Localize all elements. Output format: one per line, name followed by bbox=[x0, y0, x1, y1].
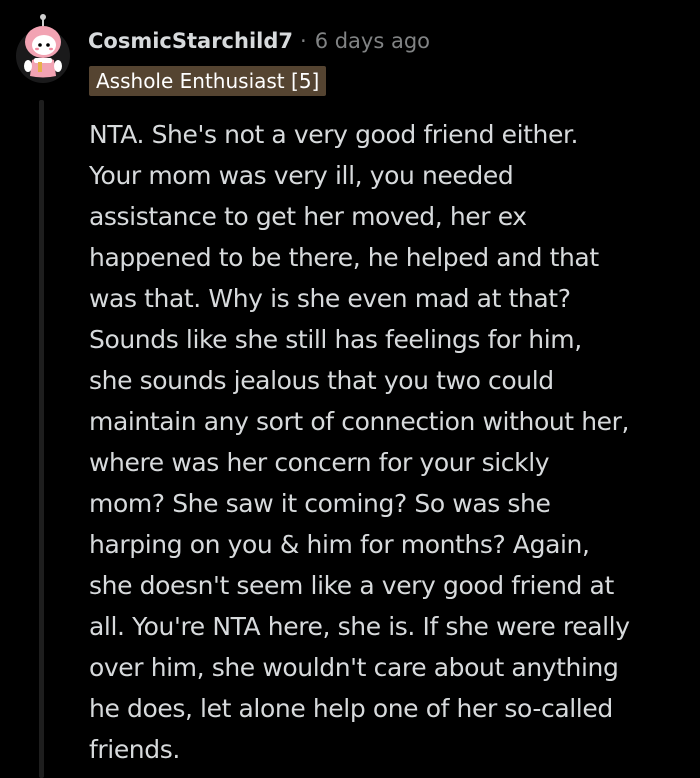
body-line: Sounds like she still has feelings for h… bbox=[89, 325, 582, 354]
snoo-avatar-icon bbox=[16, 14, 70, 83]
body-line: all. You're NTA here, she is. If she wer… bbox=[89, 612, 630, 641]
body-line: where was her concern for your sickly bbox=[89, 448, 550, 477]
body-line: mom? She saw it coming? So was she bbox=[89, 489, 551, 518]
body-line: she sounds jealous that you two could bbox=[89, 366, 554, 395]
comment-header: CosmicStarchild7 · 6 days ago bbox=[88, 24, 430, 58]
body-line: he does, let alone help one of her so-ca… bbox=[89, 694, 613, 723]
body-line: happened to be there, he helped and that bbox=[89, 243, 599, 272]
body-line: over him, she wouldn't care about anythi… bbox=[89, 653, 619, 682]
body-line: was that. Why is she even mad at that? bbox=[89, 284, 571, 313]
body-line: Your mom was very ill, you needed bbox=[89, 161, 514, 190]
comment-timestamp[interactable]: 6 days ago bbox=[315, 29, 430, 53]
comment-body: NTA. She's not a very good friend either… bbox=[89, 114, 689, 770]
body-line: NTA. She's not a very good friend either… bbox=[89, 120, 579, 149]
avatar[interactable] bbox=[14, 12, 72, 84]
thread-collapse-line[interactable] bbox=[39, 100, 44, 778]
meta-separator: · bbox=[300, 29, 307, 53]
user-flair: Asshole Enthusiast [5] bbox=[89, 66, 327, 96]
body-line: maintain any sort of connection without … bbox=[89, 407, 630, 436]
body-line: assistance to get her moved, her ex bbox=[89, 202, 527, 231]
body-line: friends. bbox=[89, 735, 180, 764]
author-name[interactable]: CosmicStarchild7 bbox=[88, 29, 293, 53]
comment: CosmicStarchild7 · 6 days ago Asshole En… bbox=[0, 0, 700, 778]
body-line: harping on you & him for months? Again, bbox=[89, 530, 590, 559]
body-line: she doesn't seem like a very good friend… bbox=[89, 571, 614, 600]
